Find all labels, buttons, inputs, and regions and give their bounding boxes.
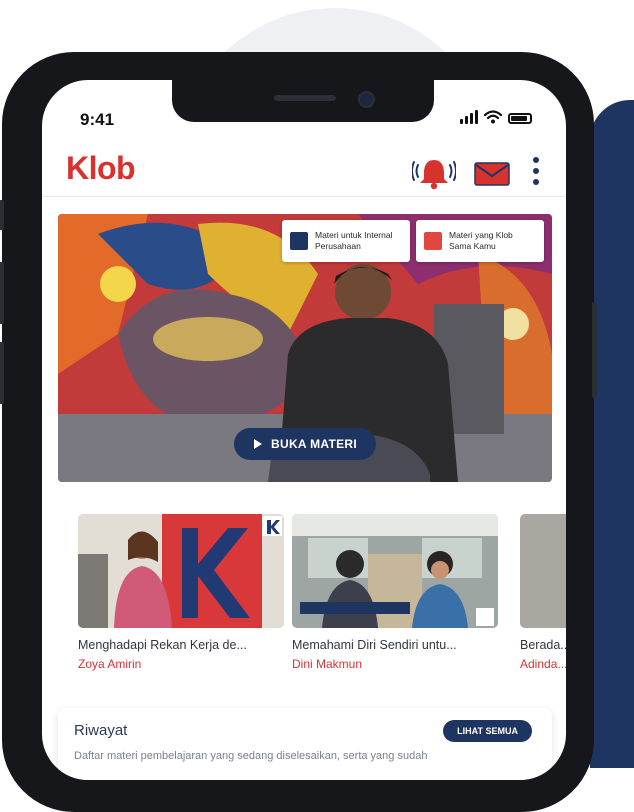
chip-klob-label: Materi yang Klob Sama Kamu [449, 230, 513, 251]
buka-materi-label: BUKA MATERI [271, 437, 357, 451]
card-title: Memahami Diri Sendiri untu... [292, 638, 457, 652]
signal-icon [460, 110, 478, 124]
power-button [592, 302, 597, 398]
mail-icon[interactable] [474, 162, 510, 186]
riwayat-title: Riwayat [74, 722, 128, 739]
lihat-semua-button[interactable]: LIHAT SEMUA [443, 720, 532, 742]
chip-klob[interactable]: Materi yang Klob Sama Kamu [416, 220, 544, 262]
play-icon [254, 439, 263, 449]
more-vert-icon[interactable] [530, 156, 542, 186]
phone-screen: 9:41 Klob Materi untuk Internal Perusaha… [42, 80, 566, 780]
card-thumbnail [78, 514, 284, 628]
volume-up-button [0, 262, 4, 324]
building-icon [290, 232, 308, 250]
background-panel [590, 100, 634, 768]
content-card[interactable]: Memahami Diri Sendiri untu... Dini Makmu… [292, 514, 498, 671]
notch [172, 80, 434, 122]
card-thumbnail [292, 514, 498, 628]
wifi-icon [484, 110, 502, 124]
front-camera [358, 91, 375, 108]
chip-internal[interactable]: Materi untuk Internal Perusahaan [282, 220, 410, 262]
app-header: Klob [42, 144, 566, 197]
card-title: Berada... [520, 638, 566, 652]
riwayat-section: Riwayat LIHAT SEMUA Daftar materi pembel… [58, 708, 552, 780]
status-icons [460, 110, 532, 124]
app-logo: Klob [66, 150, 136, 186]
buka-materi-button[interactable]: BUKA MATERI [234, 428, 376, 460]
content-card[interactable]: Menghadapi Rekan Kerja de... Zoya Amirin [78, 514, 284, 671]
chip-internal-label: Materi untuk Internal Perusahaan [315, 230, 393, 251]
riwayat-description: Daftar materi pembelajaran yang sedang d… [74, 750, 428, 762]
bell-icon[interactable] [412, 156, 456, 190]
volume-down-button [0, 342, 4, 404]
card-author: Zoya Amirin [78, 657, 142, 671]
card-author: Adinda... [520, 657, 566, 671]
content-card[interactable]: Berada... Adinda... [520, 514, 566, 671]
klob-icon [424, 232, 442, 250]
card-author: Dini Makmun [292, 657, 363, 671]
hero-banner[interactable]: Materi untuk Internal Perusahaan Materi … [58, 214, 552, 482]
card-thumbnail [520, 514, 566, 628]
speaker [274, 95, 336, 101]
battery-icon [508, 113, 532, 124]
status-time: 9:41 [80, 110, 115, 129]
mute-switch [0, 200, 4, 230]
card-title: Menghadapi Rekan Kerja de... [78, 638, 247, 652]
